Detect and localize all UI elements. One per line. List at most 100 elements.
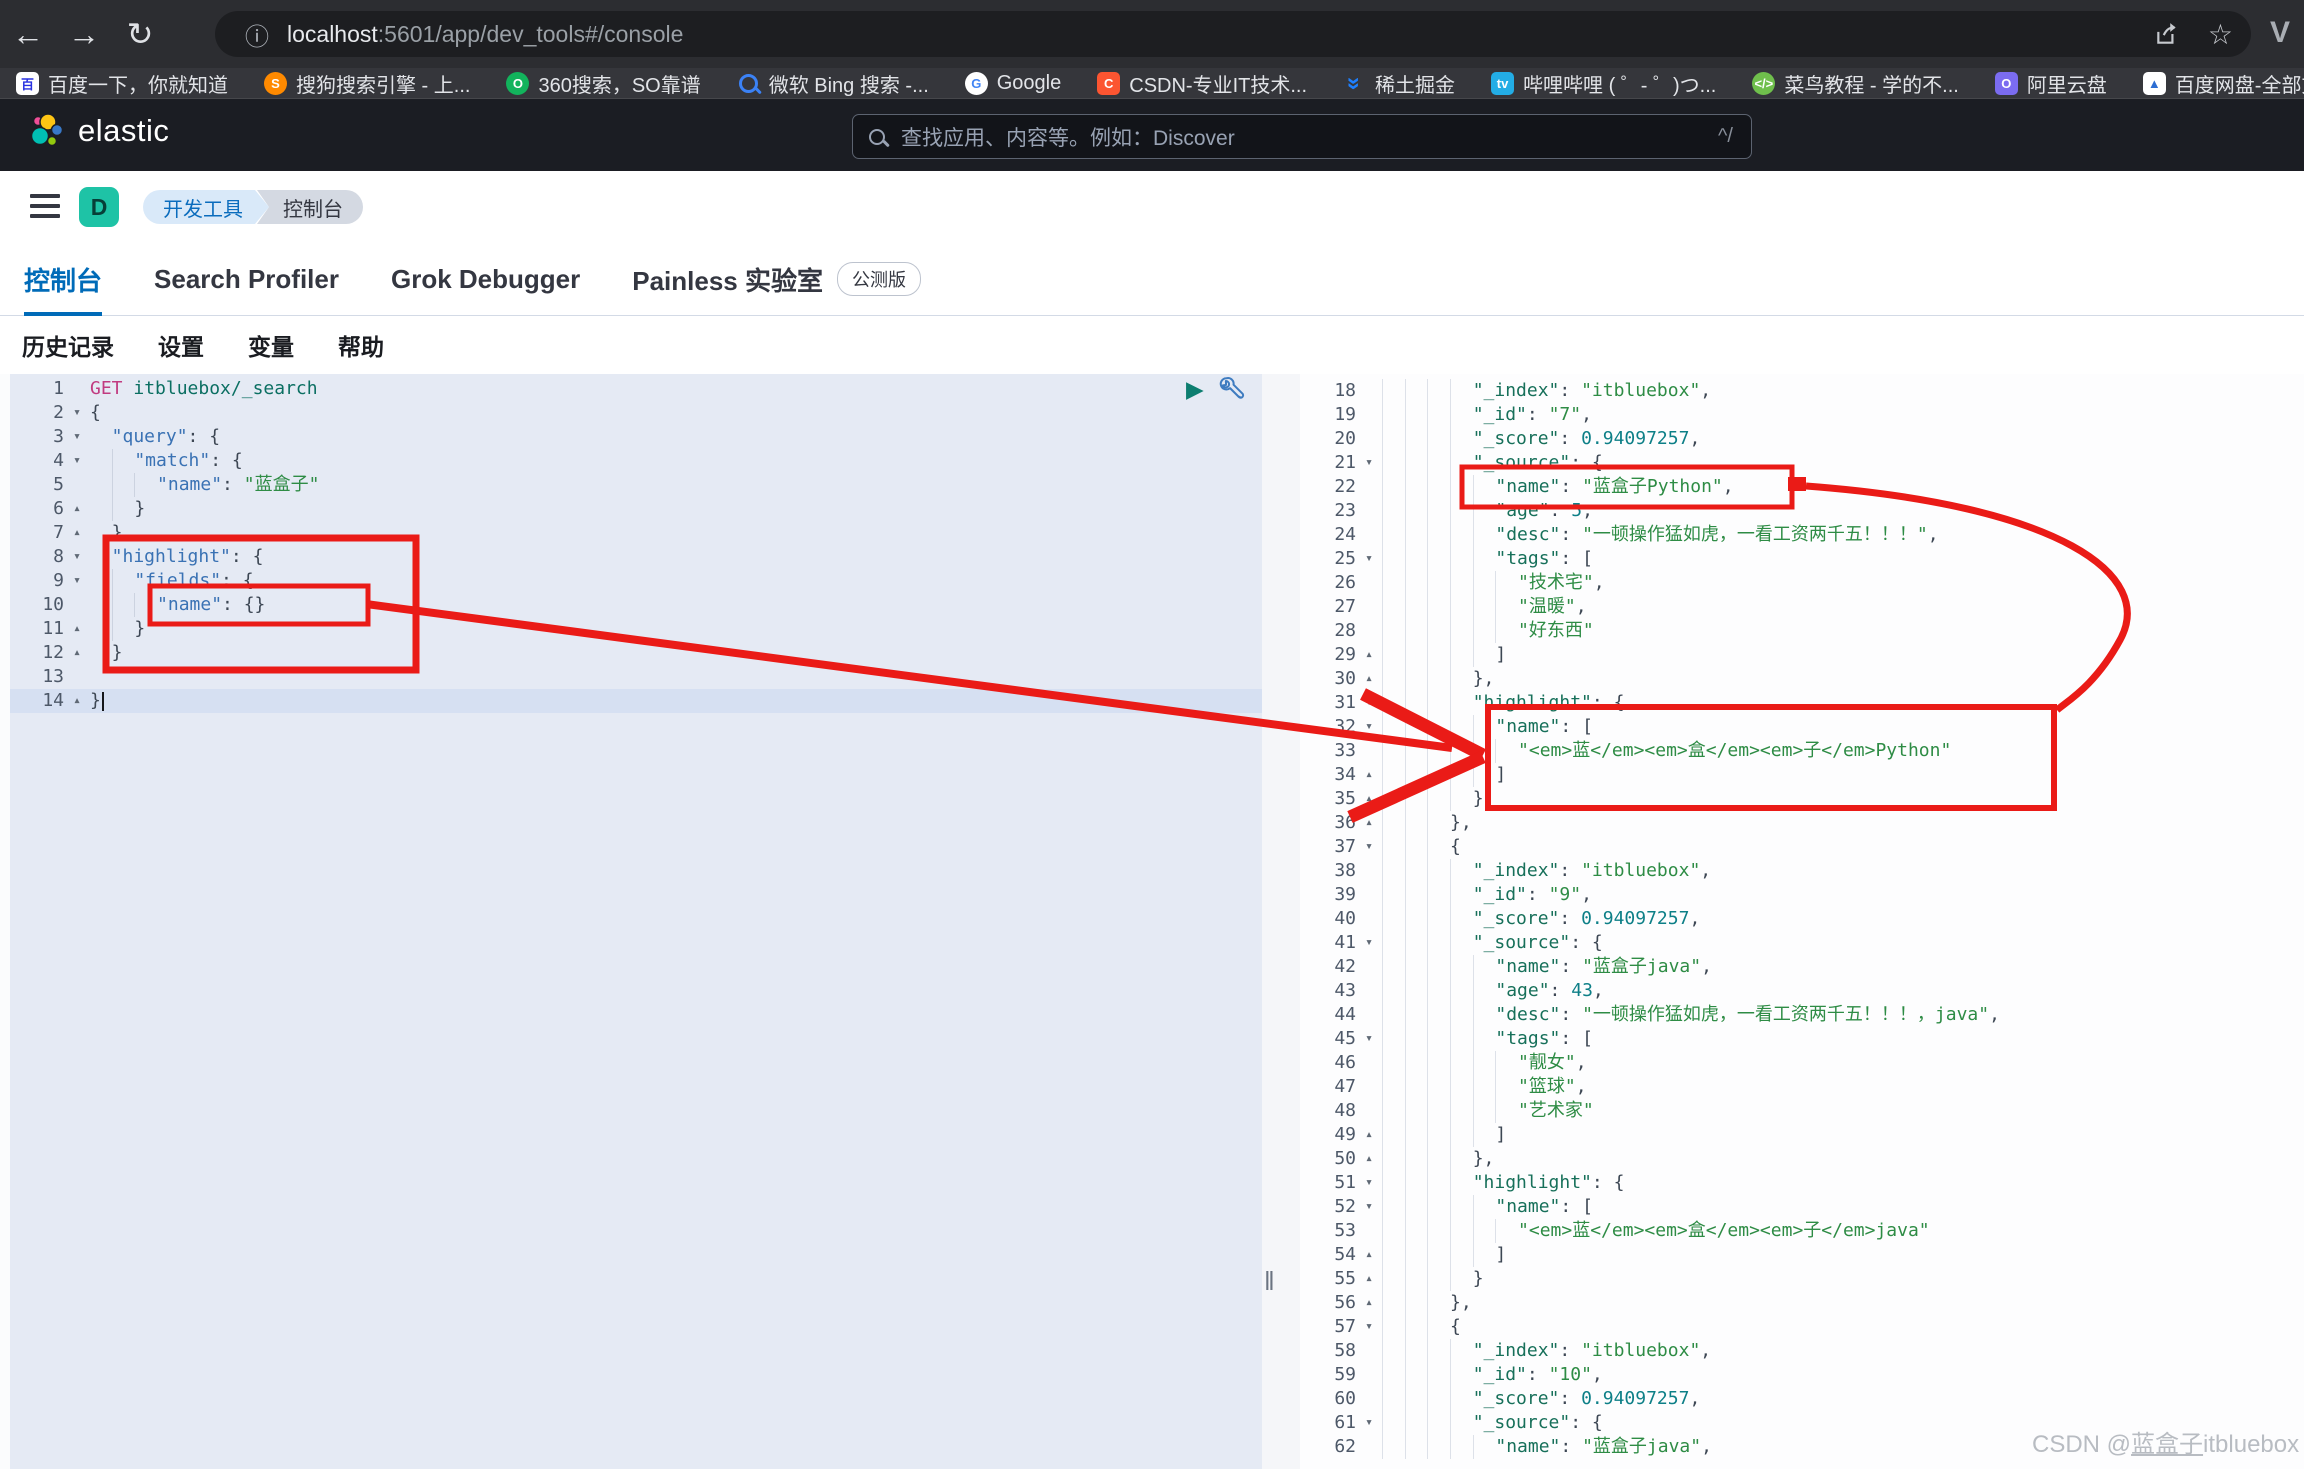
bookmark-1[interactable]: S搜狗搜索引擎 - 上... <box>264 69 470 98</box>
tab-painless-lab[interactable]: Painless 实验室公测版 <box>632 243 921 315</box>
fold-toggle-icon[interactable]: ▾ <box>64 401 90 425</box>
fold-toggle-icon[interactable]: ▴ <box>1356 763 1382 787</box>
fold-toggle-icon[interactable]: ▾ <box>64 449 90 473</box>
fold-toggle-icon[interactable]: ▾ <box>1356 835 1382 859</box>
bookmark-0[interactable]: 百百度一下，你就知道 <box>16 69 228 98</box>
fold-toggle-icon[interactable]: ▴ <box>1356 1123 1382 1147</box>
fold-toggle-icon[interactable]: ▾ <box>1356 1171 1382 1195</box>
line-number: 57 <box>1300 1315 1356 1339</box>
line-number: 42 <box>1300 955 1356 979</box>
breadcrumb-dev-tools[interactable]: 开发工具 <box>143 190 269 224</box>
bookmark-7[interactable]: tv哔哩哔哩 ( ゜- ゜)つ... <box>1491 69 1716 98</box>
fold-toggle-icon[interactable]: ▾ <box>1356 1315 1382 1339</box>
bookmark-9[interactable]: O阿里云盘 <box>1995 69 2107 98</box>
code-text: "tags": [ <box>1382 548 1593 569</box>
line-number: 20 <box>1300 427 1356 451</box>
bookmark-4[interactable]: GGoogle <box>965 72 1062 95</box>
browser-profile-avatar[interactable]: V <box>2270 16 2290 50</box>
site-info-icon[interactable]: ⓘ <box>245 17 269 52</box>
code-text: "name": {} <box>90 594 265 615</box>
fold-toggle-icon[interactable]: ▾ <box>1356 1027 1382 1051</box>
fold-toggle-icon[interactable]: ▾ <box>1356 691 1382 715</box>
forward-icon[interactable]: → <box>56 0 112 68</box>
fold-toggle-icon[interactable]: ▾ <box>1356 931 1382 955</box>
divider-handle-icon[interactable]: ‖ <box>1264 1266 1275 1297</box>
code-text: ] <box>1382 644 1506 665</box>
tab-grok-debugger[interactable]: Grok Debugger <box>391 243 580 315</box>
fold-toggle-icon[interactable]: ▾ <box>64 425 90 449</box>
bookmark-3[interactable]: 微软 Bing 搜索 -... <box>737 69 929 98</box>
fold-toggle-icon[interactable]: ▾ <box>1356 451 1382 475</box>
code-line-46: 46"靓女", <box>1300 1051 2304 1075</box>
tab-console[interactable]: 控制台 <box>24 243 102 315</box>
bookmark-8[interactable]: </>菜鸟教程 - 学的不... <box>1752 69 1958 98</box>
tab-search-profiler[interactable]: Search Profiler <box>154 243 339 315</box>
reload-icon[interactable]: ↻ <box>112 0 168 68</box>
settings-link[interactable]: 设置 <box>158 328 204 362</box>
fold-toggle-icon[interactable]: ▴ <box>1356 1147 1382 1171</box>
request-options-wrench-icon[interactable] <box>1218 376 1245 403</box>
bookmark-10[interactable]: ▲百度网盘-全部文件 <box>2143 69 2304 98</box>
fold-toggle-icon[interactable]: ▴ <box>1356 811 1382 835</box>
line-number: 41 <box>1300 931 1356 955</box>
fold-toggle-icon[interactable]: ▾ <box>64 545 90 569</box>
code-line-23: 23"age": 5, <box>1300 499 2304 523</box>
code-line-43: 43"age": 43, <box>1300 979 2304 1003</box>
bookmark-label: CSDN-专业IT技术... <box>1129 69 1307 98</box>
fold-toggle-icon[interactable]: ▾ <box>1356 1411 1382 1435</box>
space-avatar[interactable]: D <box>79 187 119 227</box>
code-line-21: 21▾"_source": { <box>1300 451 2304 475</box>
fold-toggle-icon[interactable]: ▴ <box>64 641 90 665</box>
send-request-button[interactable]: ▶ <box>1186 376 1204 403</box>
fold-toggle-icon[interactable]: ▴ <box>1356 667 1382 691</box>
global-search-input[interactable]: 查找应用、内容等。例如：Discover ^/ <box>852 114 1752 159</box>
share-icon[interactable] <box>2154 21 2180 47</box>
line-number: 48 <box>1300 1099 1356 1123</box>
fold-toggle-icon[interactable]: ▾ <box>1356 715 1382 739</box>
back-icon[interactable]: ← <box>0 0 56 68</box>
line-number: 33 <box>1300 739 1356 763</box>
breadcrumb: 开发工具 控制台 <box>143 190 363 224</box>
bookmark-label: Google <box>997 72 1062 95</box>
fold-toggle-icon[interactable]: ▴ <box>64 617 90 641</box>
fold-toggle-icon[interactable]: ▴ <box>1356 1267 1382 1291</box>
fold-toggle-icon[interactable]: ▴ <box>64 521 90 545</box>
code-line-34: 34▴] <box>1300 763 2304 787</box>
history-link[interactable]: 历史记录 <box>22 328 114 362</box>
fold-toggle-icon[interactable]: ▴ <box>1356 1243 1382 1267</box>
menu-icon[interactable] <box>30 194 60 218</box>
bookmark-star-icon[interactable]: ☆ <box>2208 18 2233 51</box>
code-text: "_score": 0.94097257, <box>1382 908 1700 929</box>
code-line-6: 6▴} <box>10 497 1262 521</box>
variables-link[interactable]: 变量 <box>248 328 294 362</box>
code-text: "highlight": { <box>1382 1172 1624 1193</box>
code-line-22: 22"name": "蓝盒子Python", <box>1300 475 2304 499</box>
request-editor[interactable]: 1GET itbluebox/_search2▾{3▾"query": {4▾"… <box>10 374 1262 1469</box>
brand-name: elastic <box>78 113 169 149</box>
code-line-18: 18"_index": "itbluebox", <box>1300 379 2304 403</box>
line-number: 62 <box>1300 1435 1356 1459</box>
search-icon <box>869 129 885 145</box>
bookmarks-bar: 百百度一下，你就知道 S搜狗搜索引擎 - 上... O360搜索，SO靠谱 微软 Bi… <box>0 68 2304 98</box>
fold-toggle-icon[interactable]: ▴ <box>1356 643 1382 667</box>
code-text: "tags": [ <box>1382 1028 1593 1049</box>
bookmark-5[interactable]: CCSDN-专业IT技术... <box>1097 69 1307 98</box>
address-bar[interactable]: ⓘ localhost:5601/app/dev_tools#/console … <box>215 11 2251 57</box>
fold-toggle-icon[interactable]: ▴ <box>1356 1291 1382 1315</box>
code-line-7: 7▴}, <box>10 521 1262 545</box>
pane-divider[interactable] <box>1262 374 1300 1469</box>
fold-toggle-icon[interactable]: ▾ <box>1356 1195 1382 1219</box>
fold-toggle-icon[interactable]: ▴ <box>1356 787 1382 811</box>
text-cursor <box>102 692 104 711</box>
fold-toggle-icon[interactable]: ▾ <box>1356 547 1382 571</box>
fold-toggle-icon[interactable]: ▾ <box>64 569 90 593</box>
fold-toggle-icon[interactable]: ▴ <box>64 497 90 521</box>
code-line-13: 13 <box>10 665 1262 689</box>
code-text: ] <box>1382 764 1506 785</box>
fold-toggle-icon[interactable]: ▴ <box>64 689 90 713</box>
elastic-logo[interactable]: elastic <box>28 113 169 149</box>
line-number: 12 <box>10 641 64 665</box>
help-link[interactable]: 帮助 <box>338 328 384 362</box>
bookmark-6[interactable]: »稀土掘金 <box>1343 69 1455 98</box>
bookmark-2[interactable]: O360搜索，SO靠谱 <box>506 69 700 98</box>
